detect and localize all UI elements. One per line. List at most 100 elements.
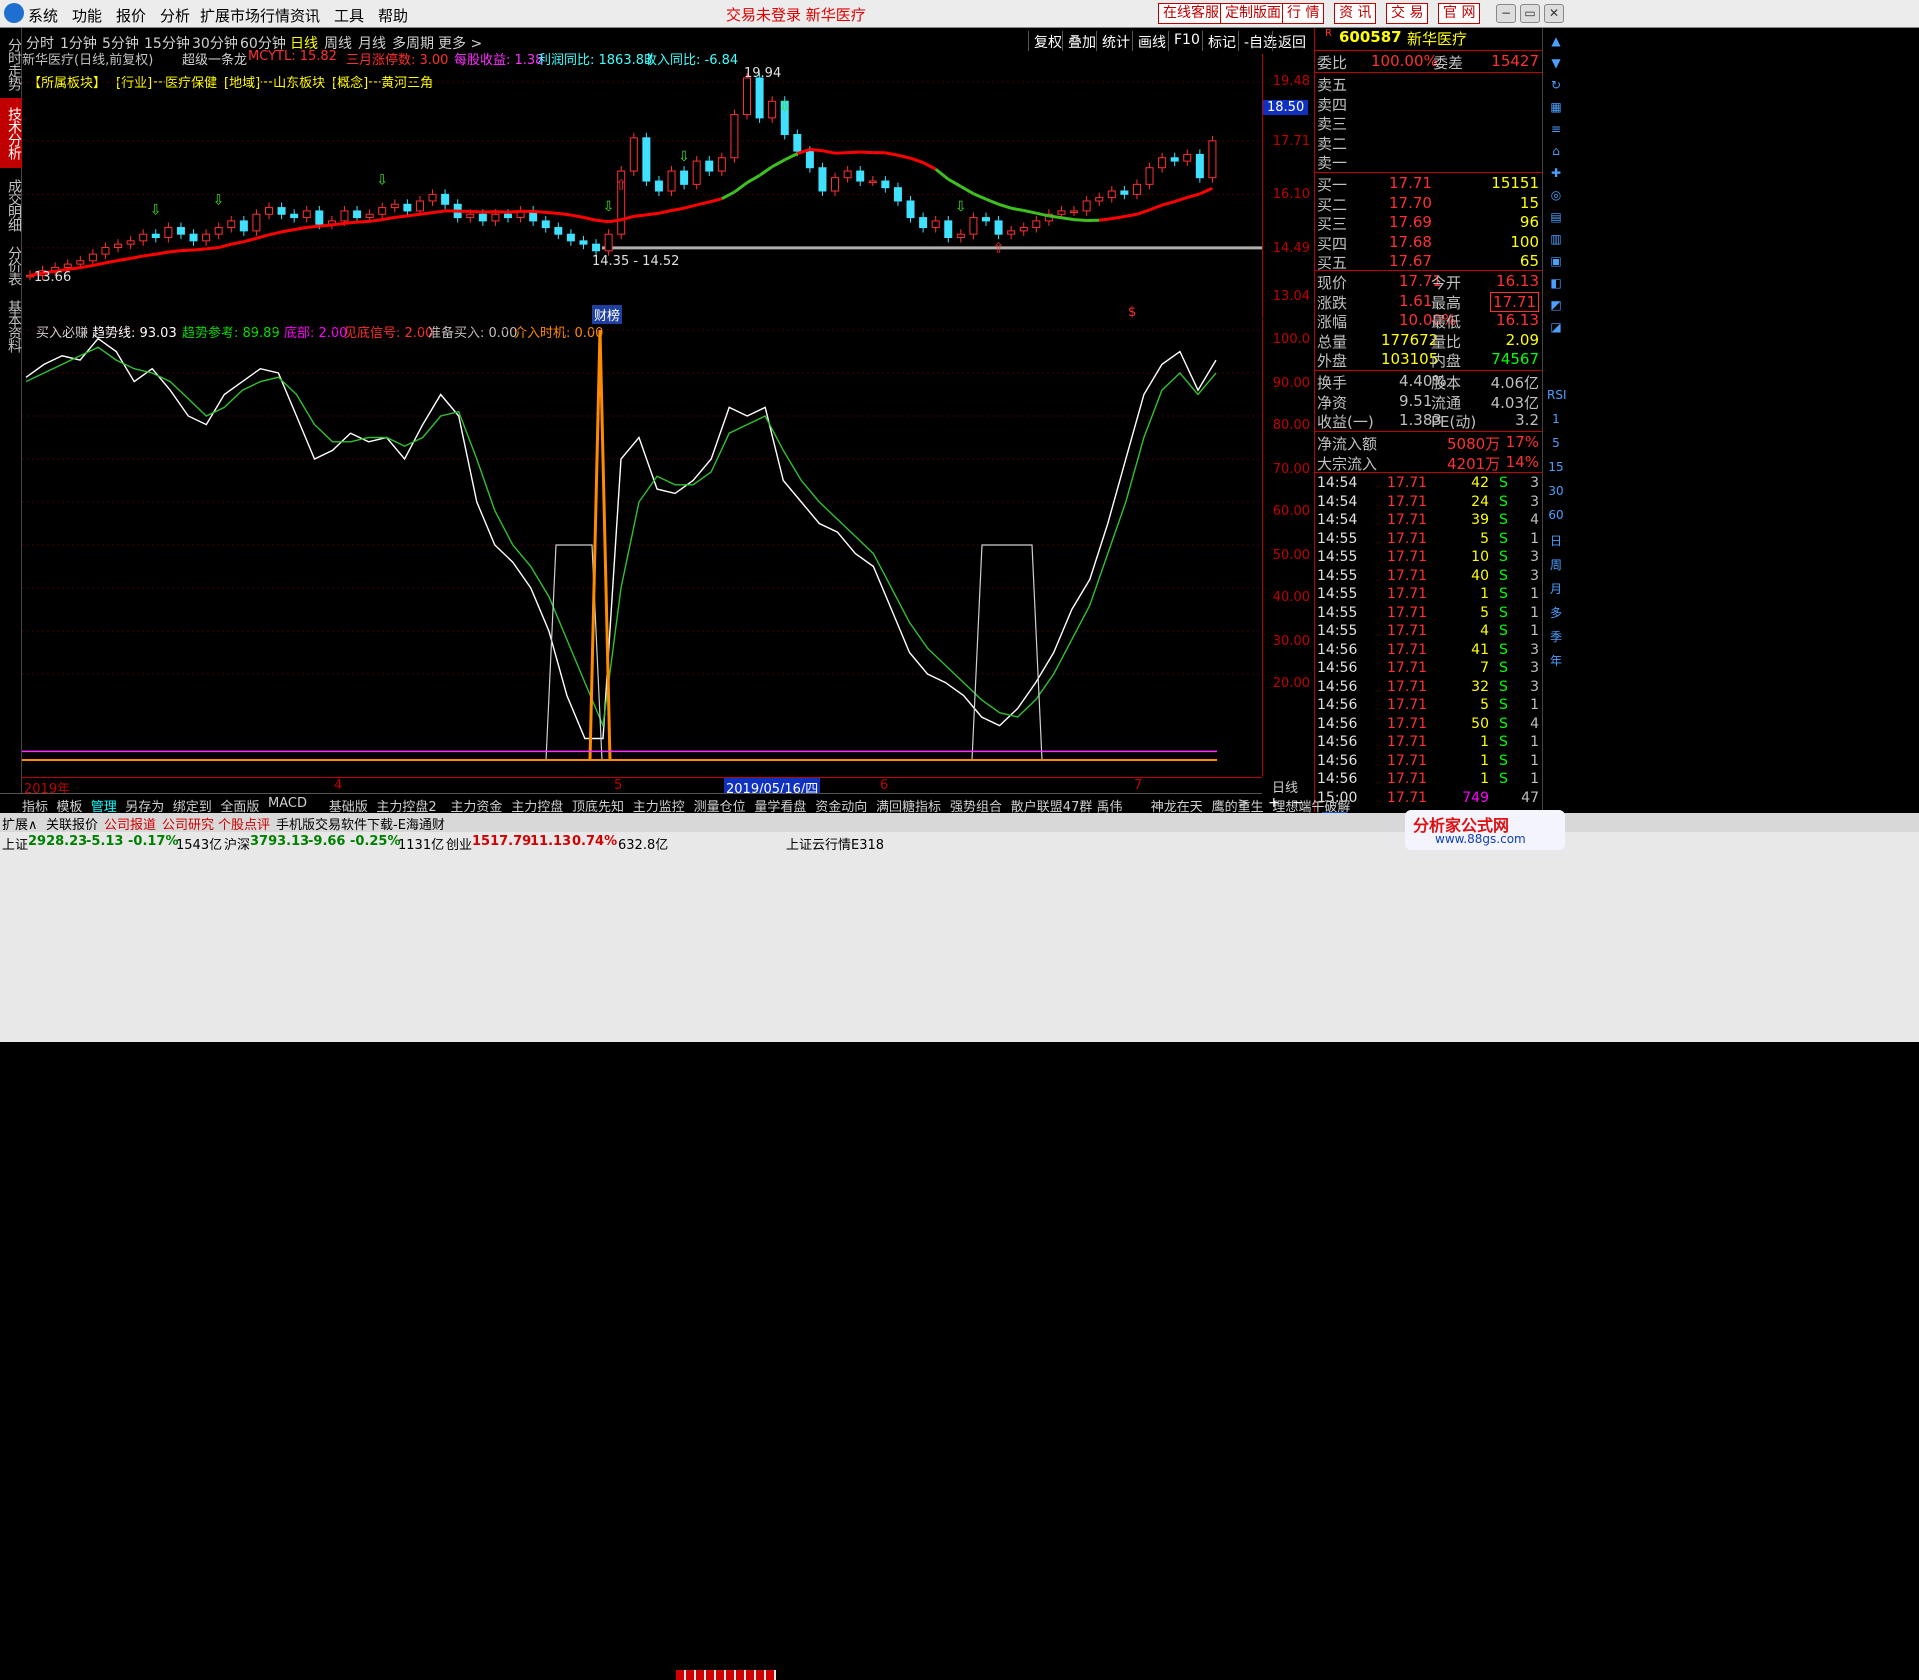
draw-line-button[interactable]: 画线	[1132, 31, 1171, 51]
toolbar-icon[interactable]: ◎	[1547, 188, 1565, 202]
flow-label: 净流入额	[1317, 433, 1377, 454]
mark-button[interactable]: 标记	[1202, 31, 1241, 51]
period-icon[interactable]: 月	[1547, 580, 1565, 597]
ma-line	[244, 238, 257, 241]
toolbar-icon[interactable]: ◧	[1547, 276, 1565, 290]
ma-line	[156, 252, 169, 254]
toolbar-icon[interactable]: ▲	[1547, 34, 1565, 48]
candle-body	[140, 234, 147, 241]
candle-body	[655, 181, 662, 191]
stat-value: 1.61	[1399, 292, 1432, 310]
toolbar-icon[interactable]: ↻	[1547, 78, 1565, 92]
company-research-link[interactable]: 公司研究	[162, 814, 214, 833]
ma-line	[332, 223, 345, 224]
menu-quote[interactable]: 报价	[116, 5, 146, 26]
toolbar-icon[interactable]: ▼	[1547, 56, 1565, 70]
tab-technical-analysis[interactable]: 技术分析	[0, 98, 22, 168]
quote-button[interactable]: 行 情	[1282, 3, 1324, 24]
menu-help[interactable]: 帮助	[378, 5, 408, 26]
mobile-download-link[interactable]: 手机版交易软件下载-E海通财	[276, 814, 445, 833]
event-marker[interactable]: $	[1128, 305, 1136, 320]
stats-button[interactable]: 统计	[1096, 31, 1135, 51]
period-icon[interactable]: 1	[1547, 412, 1565, 426]
toolbar-icon[interactable]: ▦	[1547, 100, 1565, 114]
period-icon[interactable]: 日	[1547, 532, 1565, 549]
tab-basic-info[interactable]: 基本资料	[0, 292, 22, 360]
trade-button[interactable]: 交 易	[1386, 3, 1428, 24]
period-icon[interactable]: 60	[1547, 508, 1565, 522]
minimize-icon[interactable]: −	[1496, 4, 1516, 23]
toolbar-icon[interactable]: ⌂	[1547, 144, 1565, 158]
tab-intraday[interactable]: 分时走势	[0, 32, 22, 96]
tick-row: 14:5517.7110S3	[1315, 549, 1543, 568]
period-icon[interactable]: 周	[1547, 556, 1565, 573]
expand-button[interactable]: 扩展∧	[2, 814, 38, 833]
candle-body	[442, 194, 449, 204]
period-icon[interactable]: 季	[1547, 628, 1565, 645]
candle-body	[278, 208, 285, 215]
online-service-button[interactable]: 在线客服	[1158, 3, 1224, 24]
company-report-link[interactable]: 公司报道	[104, 814, 156, 833]
candle-body	[1184, 154, 1191, 161]
menu-analysis[interactable]: 分析	[160, 5, 190, 26]
period-icon[interactable]: 多	[1547, 604, 1565, 621]
toolbar-icon[interactable]: ▤	[1547, 210, 1565, 224]
toolbar-icon[interactable]: ≡	[1547, 122, 1565, 136]
candle-body	[1008, 231, 1015, 234]
fund-value: 4.03亿	[1491, 392, 1539, 413]
tick-time: 14:55	[1317, 586, 1357, 602]
period-icon[interactable]: 年	[1547, 652, 1565, 669]
stock-comment-link[interactable]: 个股点评	[218, 814, 270, 833]
flow-row: 净流入额5080万17%	[1315, 433, 1543, 452]
f10-button[interactable]: F10	[1168, 31, 1205, 51]
stat-value: 177672	[1381, 331, 1438, 349]
indicator-tab[interactable]: MACD	[268, 796, 307, 811]
tick-time: 14:55	[1317, 605, 1357, 621]
tick-price: 17.71	[1387, 512, 1427, 528]
tab-scroll-right-icon[interactable]: >	[1238, 796, 1249, 811]
tab-trade-detail[interactable]: 成交明细	[0, 172, 22, 238]
period-icon[interactable]: RSI	[1547, 388, 1565, 402]
news-button[interactable]: 资 讯	[1334, 3, 1376, 24]
menu-tools[interactable]: 工具	[334, 5, 364, 26]
close-icon[interactable]: ✕	[1544, 4, 1564, 23]
period-icon[interactable]: 30	[1547, 484, 1565, 498]
ma-line	[697, 202, 710, 205]
add-tab-icon[interactable]: +	[1268, 795, 1280, 811]
period-icon[interactable]: 15	[1547, 460, 1565, 474]
tab-price-table[interactable]: 分价表	[0, 240, 22, 290]
restore-icon[interactable]: ▭	[1520, 4, 1540, 23]
indicator-chart[interactable]: 买入必赚 趋势线: 93.03 趋势参考: 89.89 底部: 2.00 见底信…	[22, 320, 1262, 776]
fund-label: 换手	[1317, 372, 1347, 393]
menu-extended-market[interactable]: 扩展市场行情	[200, 5, 290, 26]
toolbar-icon[interactable]: ✚	[1547, 166, 1565, 180]
toolbar-icon[interactable]: ▣	[1547, 254, 1565, 268]
website-button[interactable]: 官 网	[1438, 3, 1480, 24]
toolbar-icon[interactable]: ▥	[1547, 232, 1565, 246]
related-quote-link[interactable]: 关联报价	[46, 814, 98, 833]
ma-line	[370, 220, 383, 222]
back-button[interactable]: 返回	[1272, 31, 1311, 51]
menu-news[interactable]: 资讯	[290, 5, 320, 26]
sell-arrow-icon: ⇩	[150, 202, 162, 218]
menu-system[interactable]: 系统	[28, 5, 58, 26]
menu-function[interactable]: 功能	[72, 5, 102, 26]
remove-tab-icon[interactable]: −	[1292, 795, 1304, 811]
tick-side: S	[1499, 494, 1508, 510]
candle-body	[240, 221, 247, 231]
candle-body	[844, 171, 851, 178]
custom-layout-button[interactable]: 定制版面	[1220, 3, 1286, 24]
tick-side: S	[1499, 753, 1508, 769]
tick-time: 14:56	[1317, 771, 1357, 787]
candle-body	[907, 201, 914, 218]
candle-body	[744, 78, 751, 115]
menu-bar: 系统 功能 报价 分析 扩展市场行情 资讯 工具 帮助 交易未登录 新华医疗 在…	[0, 0, 1919, 28]
toolbar-icon[interactable]: ◪	[1547, 320, 1565, 334]
candle-body	[882, 181, 889, 188]
candle-body	[857, 171, 864, 181]
stat-row: 涨跌1.61最高17.71	[1315, 292, 1543, 311]
kline-chart[interactable]: 新华医疗(日线,前复权) 超级一条龙 MCYTL: 15.82 三月涨停数: 3…	[22, 54, 1262, 319]
toolbar-icon[interactable]: ◩	[1547, 298, 1565, 312]
candle-body	[341, 211, 348, 221]
period-icon[interactable]: 5	[1547, 436, 1565, 450]
